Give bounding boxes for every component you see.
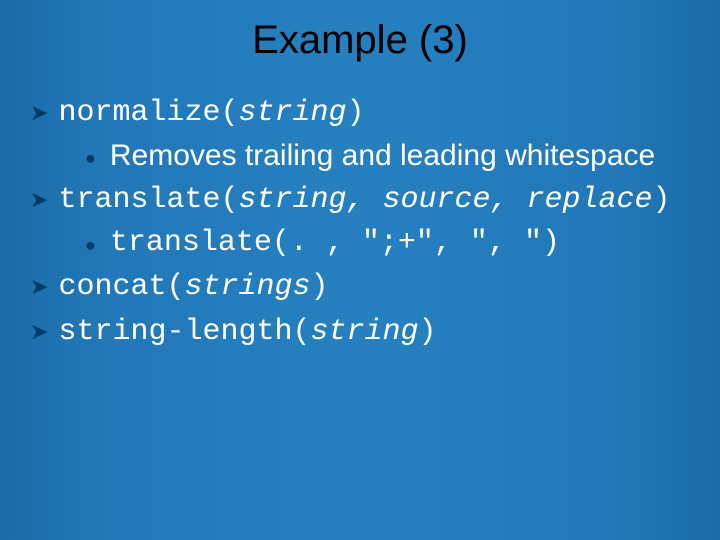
fn-arg: strings [184,270,310,304]
item-text: translate(string, source, replace) [58,178,670,221]
fn-name: concat( [58,270,184,304]
list-item: ➤ normalize(string) [30,91,720,134]
dot-bullet-icon: ● [85,233,96,257]
content: ➤ normalize(string) ● Removes trailing a… [30,91,720,352]
fn-name: normalize( [58,96,238,130]
item-text: normalize(string) [58,91,364,134]
item-text: concat(strings) [58,265,328,308]
item-text: string-length(string) [58,310,436,353]
list-item: ➤ concat(strings) [30,265,720,308]
fn-close: ) [419,315,437,349]
page-title: Example (3) [0,18,720,63]
fn-name: string-length( [58,315,310,349]
list-item: ➤ translate(string, source, replace) [30,178,720,221]
fn-name: translate( [58,183,238,217]
arrow-bullet-icon: ➤ [30,317,48,347]
item-text: Removes trailing and leading whitespace [110,136,655,177]
fn-close: ) [653,183,671,217]
fn-arg: string, source, replace [238,183,652,217]
list-item: ➤ string-length(string) [30,310,720,353]
fn-arg: string [238,96,346,130]
fn-arg: string [310,315,418,349]
arrow-bullet-icon: ➤ [30,185,48,215]
arrow-bullet-icon: ➤ [30,98,48,128]
dot-bullet-icon: ● [85,146,96,170]
item-text: translate(. , ";+", ", ") [110,223,560,264]
fn-close: ) [347,96,365,130]
fn-close: ) [311,270,329,304]
list-item: ● translate(. , ";+", ", ") [85,223,720,264]
list-item: ● Removes trailing and leading whitespac… [85,136,720,177]
arrow-bullet-icon: ➤ [30,272,48,302]
